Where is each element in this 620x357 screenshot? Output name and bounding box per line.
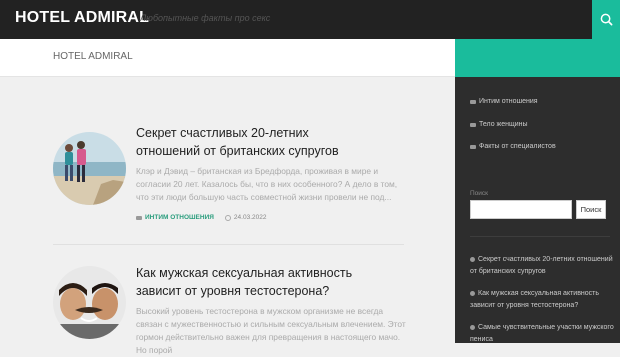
bullet-icon: [470, 290, 475, 296]
sidebar-header-band: [455, 39, 620, 77]
post-thumbnail[interactable]: [53, 132, 126, 205]
post-title[interactable]: Как мужская сексуальная активность завис…: [136, 264, 376, 300]
search-icon: [600, 13, 612, 26]
folder-icon: [470, 99, 476, 104]
post-date: 24.03.2022: [233, 214, 267, 221]
sidebar-category-link[interactable]: Интим отношения: [470, 98, 538, 105]
top-bar: HOTEL ADMIRAL Любопытные факты про секс: [0, 0, 620, 39]
sidebar-divider: [470, 236, 610, 237]
folder-icon: [470, 122, 476, 127]
category-label: Тело женщины: [479, 121, 528, 128]
post-thumbnail[interactable]: [53, 266, 126, 339]
post-excerpt: Клэр и Дэвид – британская из Бредфорда, …: [136, 166, 398, 202]
site-tagline: Любопытные факты про секс: [140, 13, 271, 23]
site-title[interactable]: HOTEL ADMIRAL: [15, 9, 149, 27]
page-header: HOTEL ADMIRAL: [0, 39, 455, 77]
recent-post-link[interactable]: Самые чувствительные участки мужского пе…: [470, 322, 615, 346]
bullet-icon: [470, 324, 475, 330]
post-category-link[interactable]: ИНТИМ ОТНОШЕНИЯ: [145, 214, 214, 221]
folder-icon: [136, 215, 142, 220]
search-button[interactable]: Поиск: [576, 200, 606, 219]
category-label: Факты от специалистов: [479, 143, 556, 150]
post-title[interactable]: Секрет счастливых 20-летних отношений от…: [136, 124, 376, 160]
folder-icon: [470, 144, 476, 149]
search-input[interactable]: [470, 200, 572, 219]
sidebar-category-link[interactable]: Факты от специалистов: [470, 143, 556, 150]
recent-post-label: Секрет счастливых 20-летних отношений от…: [470, 256, 613, 275]
post-excerpt: Высокий уровень тестостерона в мужском о…: [136, 306, 406, 355]
category-label: Интим отношения: [479, 98, 538, 105]
clock-icon: [224, 214, 231, 221]
recent-post-link[interactable]: Как мужская сексуальная активность завис…: [470, 288, 615, 312]
search-label: Поиск: [470, 190, 489, 197]
sidebar-category-link[interactable]: Тело женщины: [470, 121, 528, 128]
search-toggle-button[interactable]: [592, 0, 620, 39]
recent-post-label: Как мужская сексуальная активность завис…: [470, 290, 600, 309]
breadcrumb: HOTEL ADMIRAL: [53, 51, 133, 62]
recent-post-label: Самые чувствительные участки мужского пе…: [470, 324, 614, 343]
bullet-icon: [470, 256, 475, 262]
post-divider: [53, 244, 404, 245]
post-meta: ИНТИМ ОТНОШЕНИЯ 24.03.2022: [136, 214, 266, 221]
recent-post-link[interactable]: Секрет счастливых 20-летних отношений от…: [470, 254, 615, 278]
